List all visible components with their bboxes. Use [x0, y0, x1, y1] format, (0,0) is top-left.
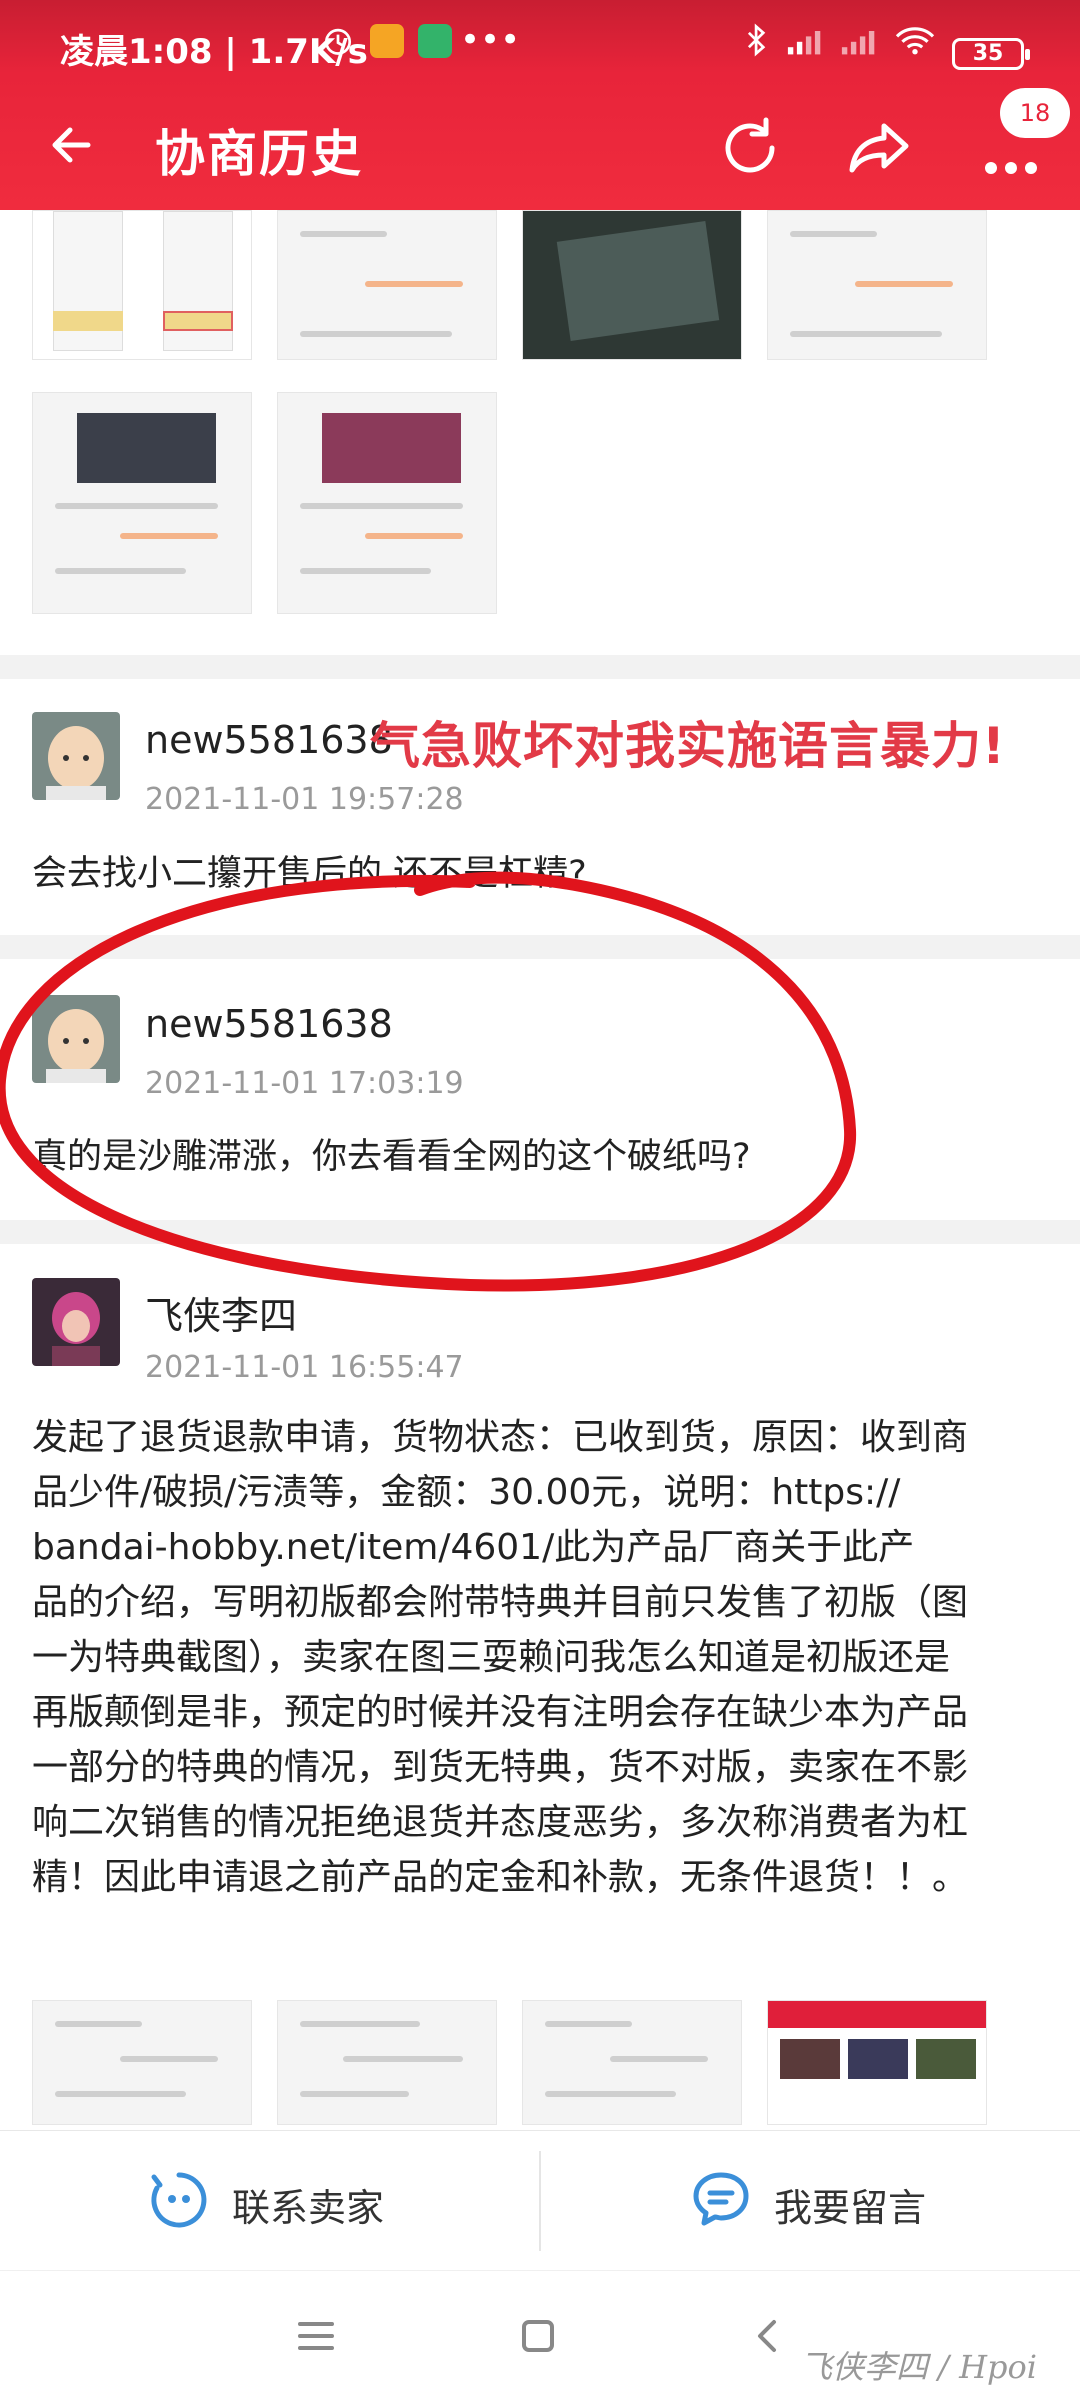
alarm-icon [324, 28, 352, 55]
avatar[interactable] [32, 712, 120, 800]
signal-icon [787, 31, 821, 55]
comment-text-line: 品少件/破损/污渍等，金额：30.00元，说明：https:// [32, 1472, 901, 1513]
attachment-thumbnail[interactable] [767, 2000, 987, 2125]
watermark: 飞侠李四 / Hpoi [800, 2348, 1038, 2386]
comment-text-line: 精！因此申请退之前产品的定金和补款，无条件退货！！。 [32, 1857, 969, 1898]
share-icon[interactable] [840, 108, 920, 188]
divider [0, 935, 1080, 959]
attachment-thumbnail[interactable] [277, 392, 497, 614]
wifi-icon [895, 27, 935, 55]
attachment-thumbnail[interactable] [277, 210, 497, 360]
comment-username[interactable]: 飞侠李四 [145, 1285, 297, 1340]
comment-icon [693, 2172, 749, 2226]
divider [539, 2151, 541, 2251]
leave-message-button[interactable]: 我要留言 [542, 2131, 1080, 2271]
battery-indicator: 35 [952, 38, 1030, 70]
home-icon[interactable] [508, 2306, 568, 2366]
contact-seller-button[interactable]: 联系卖家 [0, 2131, 538, 2271]
comment-text-line: 发起了退货退款申请，货物状态：已收到货，原因：收到商 [32, 1417, 969, 1458]
comment-text-line: 响二次销售的情况拒绝退货并态度恶劣，多次称消费者为杠 [32, 1802, 969, 1843]
attachment-thumbnail[interactable] [32, 2000, 252, 2125]
comment-timestamp: 2021-11-01 16:55:47 [145, 1350, 464, 1385]
comment-text-line: 品的介绍，写明初版都会附带特典并目前只发售了初版（图 [32, 1582, 969, 1623]
notes-app-icon [370, 24, 404, 58]
attachment-thumbnail[interactable] [277, 2000, 497, 2125]
comment-username[interactable]: new5581638 [145, 718, 393, 762]
divider [0, 655, 1080, 679]
annotation-text: 气急败坏对我实施语言暴力! [370, 717, 1006, 775]
comment-text: 会去找小二攥开售后的 还不是杠精? [32, 854, 587, 894]
comment-text: 真的是沙雕滞涨，你去看看全网的这个破纸吗? [32, 1137, 751, 1177]
avatar[interactable] [32, 1278, 120, 1366]
leave-message-label: 我要留言 [774, 2186, 927, 2230]
attachment-thumbnail[interactable] [32, 210, 252, 360]
notification-badge: 18 [1000, 88, 1070, 138]
comment-timestamp: 2021-11-01 19:57:28 [145, 782, 464, 817]
signal-2-icon [841, 31, 875, 55]
app-screen: 凌晨1:08 | 1.7K/s ••• 35 协商历史 18 new558163… [0, 0, 1080, 2400]
more-notifications-icon: ••• [460, 20, 521, 60]
shield-app-icon [418, 24, 452, 58]
comment-text-line: bandai-hobby.net/item/4601/此为产品厂商关于此产 [32, 1527, 915, 1568]
comment-text-line: 再版颠倒是非，预定的时候并没有注明会存在缺少本为产品 [32, 1692, 969, 1733]
divider [0, 1220, 1080, 1244]
page-title: 协商历史 [155, 125, 363, 183]
avatar[interactable] [32, 995, 120, 1083]
comment-username[interactable]: new5581638 [145, 1002, 393, 1046]
attachment-thumbnail[interactable] [522, 2000, 742, 2125]
refresh-icon[interactable] [710, 108, 790, 188]
comment-text-line: 一为特典截图），卖家在图三耍赖问我怎么知道是初版还是 [32, 1637, 951, 1678]
contact-seller-label: 联系卖家 [232, 2186, 385, 2230]
arrow-left-icon[interactable] [40, 110, 110, 180]
bottom-action-bar: 联系卖家 我要留言 [0, 2130, 1080, 2270]
chat-face-icon [151, 2172, 207, 2228]
attachment-thumbnail[interactable] [522, 210, 742, 360]
status-bar: 凌晨1:08 | 1.7K/s ••• 35 [0, 0, 1080, 80]
comment-timestamp: 2021-11-01 17:03:19 [145, 1066, 464, 1101]
nav-bar: 协商历史 [0, 80, 1080, 210]
comment-text-long: 发起了退货退款申请，货物状态：已收到货，原因：收到商 品少件/破损/污渍等，金额… [32, 1410, 1052, 1905]
menu-icon[interactable] [286, 2306, 346, 2366]
attachment-thumbnail[interactable] [32, 392, 252, 614]
header: 凌晨1:08 | 1.7K/s ••• 35 协商历史 18 [0, 0, 1080, 210]
attachment-thumbnail[interactable] [767, 210, 987, 360]
back-nav-icon[interactable] [738, 2306, 798, 2366]
bluetooth-icon [747, 23, 766, 57]
comment-text-line: 一部分的特典的情况，到货无特典，货不对版，卖家在不影 [32, 1747, 969, 1788]
